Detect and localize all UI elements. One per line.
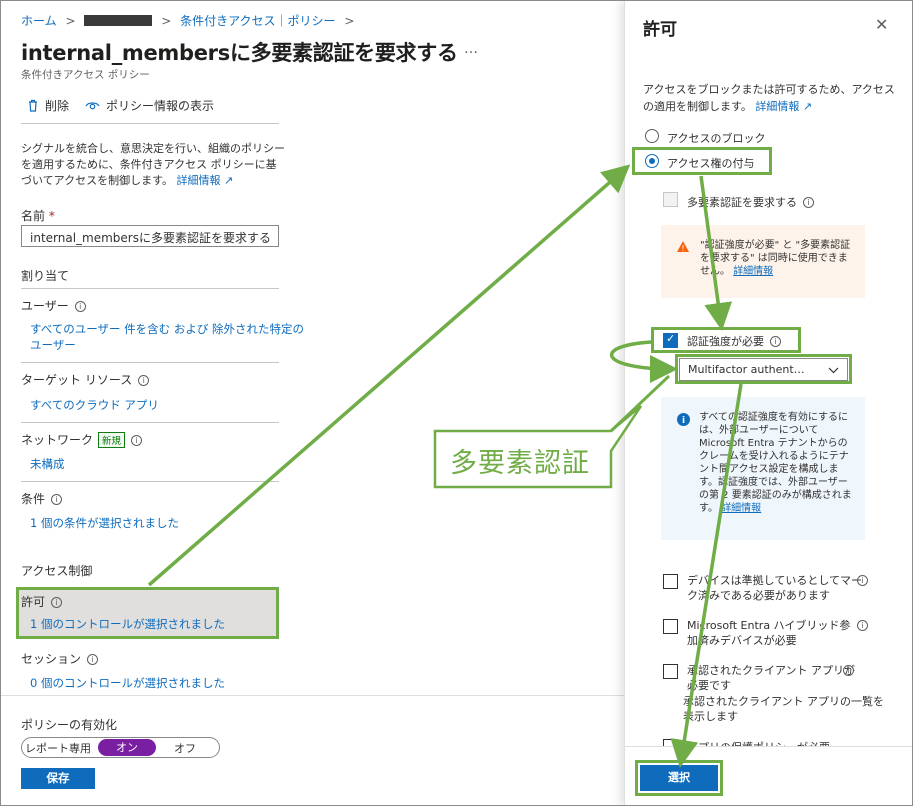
arrow-grant-access-to-auth-strength [699,175,733,331]
arrow-dropdown-to-select [670,383,743,768]
arrow-checkbox-to-dropdown [609,340,678,383]
annotation-overlay [147,164,743,768]
callout-pointer [609,374,671,433]
screenshot-frame: ホーム > > 条件付きアクセス｜ポリシー > internal_members… [0,0,913,806]
callout-label: 多要素認証 [450,448,590,479]
arrow-grant-to-panel [147,164,631,587]
